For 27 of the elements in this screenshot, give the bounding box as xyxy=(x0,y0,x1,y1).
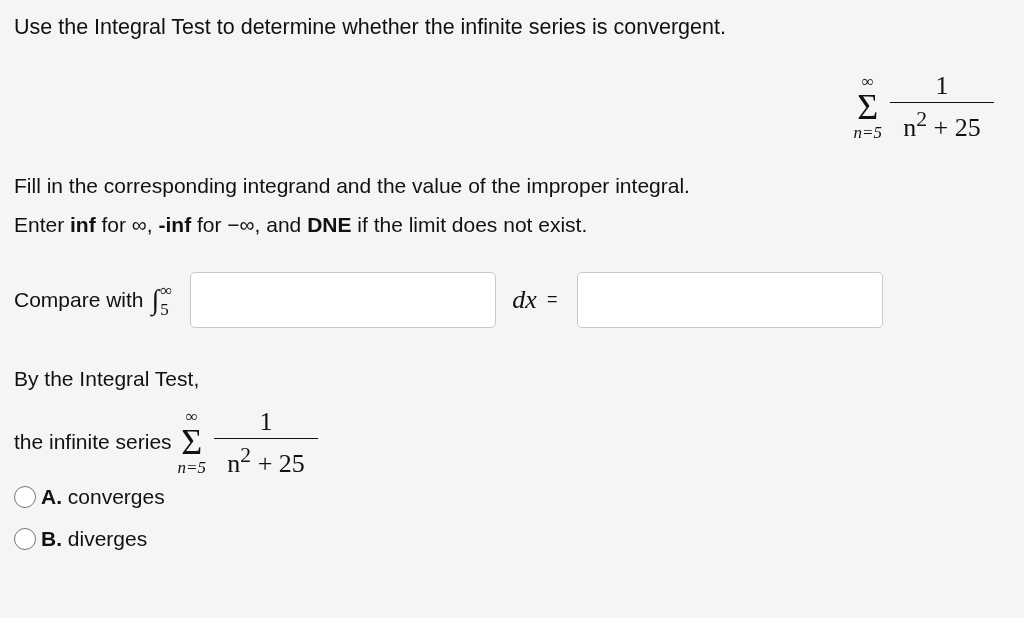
upper-limit: ∞ xyxy=(160,281,173,299)
upper-limit: ∞ xyxy=(185,408,198,426)
question-title: Use the Integral Test to determine whether the infinite series is convergent. xyxy=(14,14,727,41)
summation-sign: Σ xyxy=(857,89,879,124)
option-label[interactable]: A. converges xyxy=(41,483,165,512)
radio-button[interactable] xyxy=(14,486,36,509)
equals-sign: = xyxy=(546,289,558,311)
radio-button[interactable] xyxy=(14,528,36,551)
denominator: n$^{2}$ + 25 xyxy=(226,441,306,480)
numerator: 1 xyxy=(259,405,273,438)
lower-limit: n=5 xyxy=(853,123,882,141)
denominator: n$^{2}$ + 25 xyxy=(902,106,982,144)
summation-sign: Σ xyxy=(181,425,203,460)
conclusion-heading: By the Integral Test, xyxy=(14,365,201,392)
option-label[interactable]: B. diverges xyxy=(41,525,148,554)
lower-limit: 5 xyxy=(160,300,170,318)
differential: dx xyxy=(512,284,537,315)
lower-limit: n=5 xyxy=(177,459,207,477)
series-label: the infinite series xyxy=(14,430,172,455)
numerator: 1 xyxy=(935,70,949,102)
integrand-input[interactable] xyxy=(190,271,497,328)
upper-limit: ∞ xyxy=(861,72,874,90)
instruction-text: Fill in the corresponding integrand and the value of the improper integral. xyxy=(14,172,691,199)
integral-sign: ∫ xyxy=(151,283,160,316)
instruction-text: Enter inf for ∞, -inf for −∞, and DNE if the limit does not exist. xyxy=(14,211,589,238)
integral-value-input[interactable] xyxy=(577,271,884,328)
compare-label: Compare with xyxy=(14,287,144,312)
